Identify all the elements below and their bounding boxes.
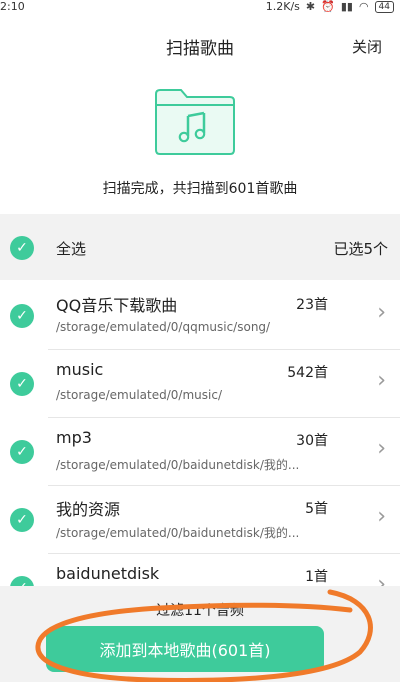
wifi-icon: ◠ xyxy=(358,0,369,13)
list-item[interactable]: ✓ baidunetdisk 1首 › xyxy=(0,554,400,586)
filter-text[interactable]: 过滤11个音频 xyxy=(0,600,400,620)
battery-icon: 44 xyxy=(374,0,394,13)
status-time: 2:10 xyxy=(0,0,25,13)
list-item[interactable]: ✓ mp3 30首 /storage/emulated/0/baidunetdi… xyxy=(0,418,400,486)
song-count: 23首 xyxy=(296,297,328,313)
folder-name: QQ音乐下载歌曲 xyxy=(56,296,178,315)
folder-name: baidunetdisk xyxy=(56,564,160,583)
page-title: 扫描歌曲 xyxy=(166,39,234,59)
folder-name: mp3 xyxy=(56,428,92,447)
scan-result-text: 扫描完成，共扫描到601首歌曲 xyxy=(102,181,298,197)
chevron-right-icon[interactable]: › xyxy=(377,368,386,393)
song-count: 5首 xyxy=(305,501,328,517)
network-speed: 1.2K/s xyxy=(265,0,300,13)
folder-list: ✓ QQ音乐下载歌曲 23首 /storage/emulated/0/qqmus… xyxy=(0,282,400,586)
status-icons: 1.2K/s ✱ ⏰ ▮▮ ◠ 44 xyxy=(266,0,394,13)
folder-name: 我的资源 xyxy=(56,500,121,519)
add-to-local-songs-button[interactable]: 添加到本地歌曲(601首) xyxy=(46,626,324,672)
check-icon[interactable]: ✓ xyxy=(10,508,34,532)
bluetooth-icon: ✱ xyxy=(305,0,316,13)
song-count: 542首 xyxy=(287,365,328,381)
song-count: 30首 xyxy=(296,433,328,449)
bottom-bar: 过滤11个音频 添加到本地歌曲(601首) xyxy=(0,586,400,682)
close-button[interactable]: 关闭 xyxy=(352,36,382,57)
folder-path: /storage/emulated/0/music/ xyxy=(56,388,222,402)
song-count: 1首 xyxy=(305,569,328,585)
chevron-right-icon[interactable]: › xyxy=(377,436,386,461)
selected-count: 已选5个 xyxy=(333,240,388,258)
check-icon[interactable]: ✓ xyxy=(10,576,34,586)
alarm-icon: ⏰ xyxy=(321,0,335,13)
check-icon[interactable]: ✓ xyxy=(10,304,34,328)
check-icon[interactable]: ✓ xyxy=(10,440,34,464)
status-bar: 2:10 1.2K/s ✱ ⏰ ▮▮ ◠ 44 xyxy=(0,0,400,16)
select-all-label: 全选 xyxy=(56,240,87,258)
chevron-right-icon[interactable]: › xyxy=(377,300,386,325)
signal-icon: ▮▮ xyxy=(340,0,353,13)
header: 扫描歌曲 关闭 xyxy=(0,28,400,64)
list-item[interactable]: ✓ 我的资源 5首 /storage/emulated/0/baidunetdi… xyxy=(0,486,400,554)
folder-name: music xyxy=(56,360,104,379)
list-item[interactable]: ✓ music 542首 /storage/emulated/0/music/ … xyxy=(0,350,400,418)
music-folder-icon xyxy=(155,89,235,155)
list-item[interactable]: ✓ QQ音乐下载歌曲 23首 /storage/emulated/0/qqmus… xyxy=(0,282,400,350)
select-all-row[interactable]: ✓ 全选 已选5个 xyxy=(0,214,400,280)
chevron-right-icon[interactable]: › xyxy=(377,504,386,529)
folder-path: /storage/emulated/0/qqmusic/song/ xyxy=(56,320,271,334)
chevron-right-icon[interactable]: › xyxy=(377,572,386,586)
folder-path: /storage/emulated/0/baidunetdisk/我的... xyxy=(56,526,300,540)
folder-path: /storage/emulated/0/baidunetdisk/我的... xyxy=(56,458,300,472)
check-icon[interactable]: ✓ xyxy=(10,236,34,260)
check-icon[interactable]: ✓ xyxy=(10,372,34,396)
